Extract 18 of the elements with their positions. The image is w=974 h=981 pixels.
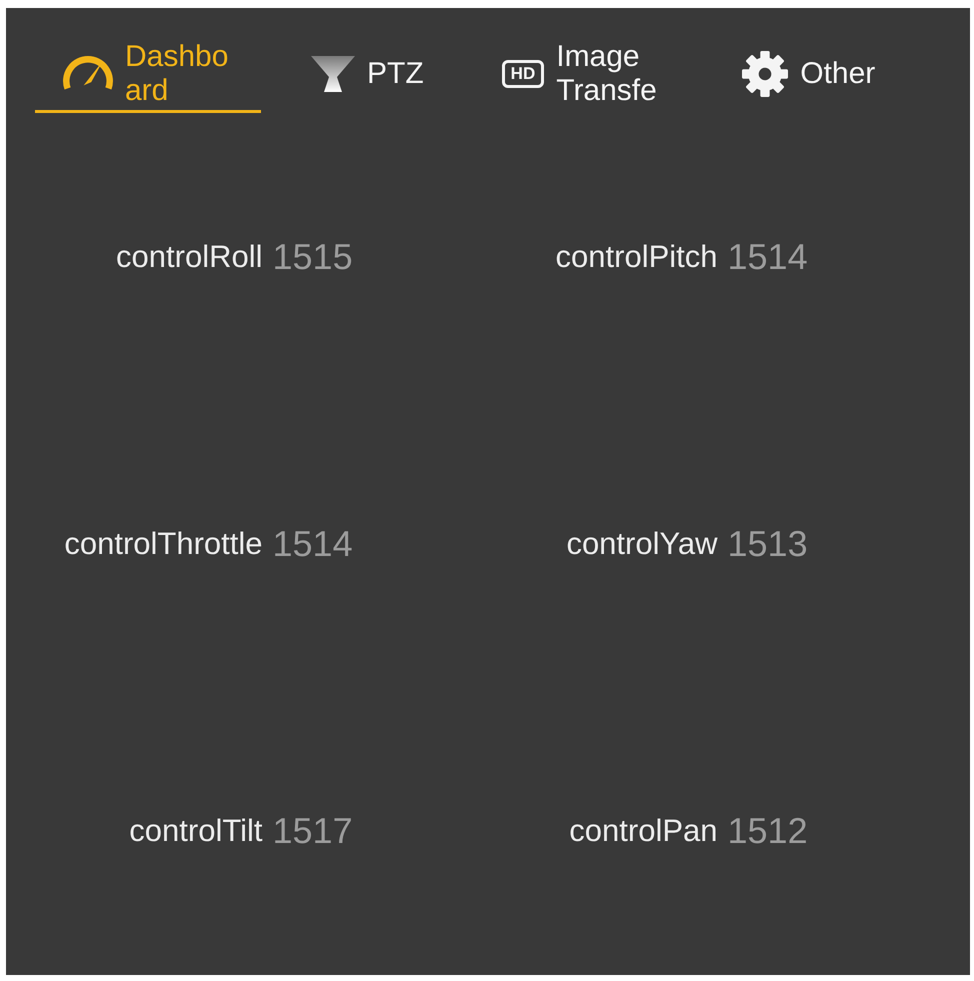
channel-value: 1517 — [272, 810, 353, 852]
channel-label: controlPan — [569, 813, 718, 850]
tab[interactable]: Dashboard — [35, 38, 261, 113]
channel-label: controlPitch — [556, 238, 718, 275]
settings-icon — [742, 51, 788, 97]
tab[interactable]: PTZ — [283, 38, 452, 113]
channel-label: controlYaw — [566, 526, 718, 562]
hd-badge: HD — [502, 60, 544, 88]
hourglass-icon — [311, 56, 355, 92]
channel-label: controlThrottle — [64, 526, 262, 562]
channel-value: 1514 — [272, 522, 353, 565]
channel-value: 1512 — [728, 810, 808, 852]
channel-value: 1513 — [728, 522, 808, 565]
tab[interactable]: Other — [714, 38, 904, 113]
channel-label: controlTilt — [129, 813, 262, 850]
channel-value: 1514 — [728, 236, 808, 278]
channel-value: 1515 — [272, 236, 353, 278]
channel-label: controlRoll — [116, 238, 262, 275]
